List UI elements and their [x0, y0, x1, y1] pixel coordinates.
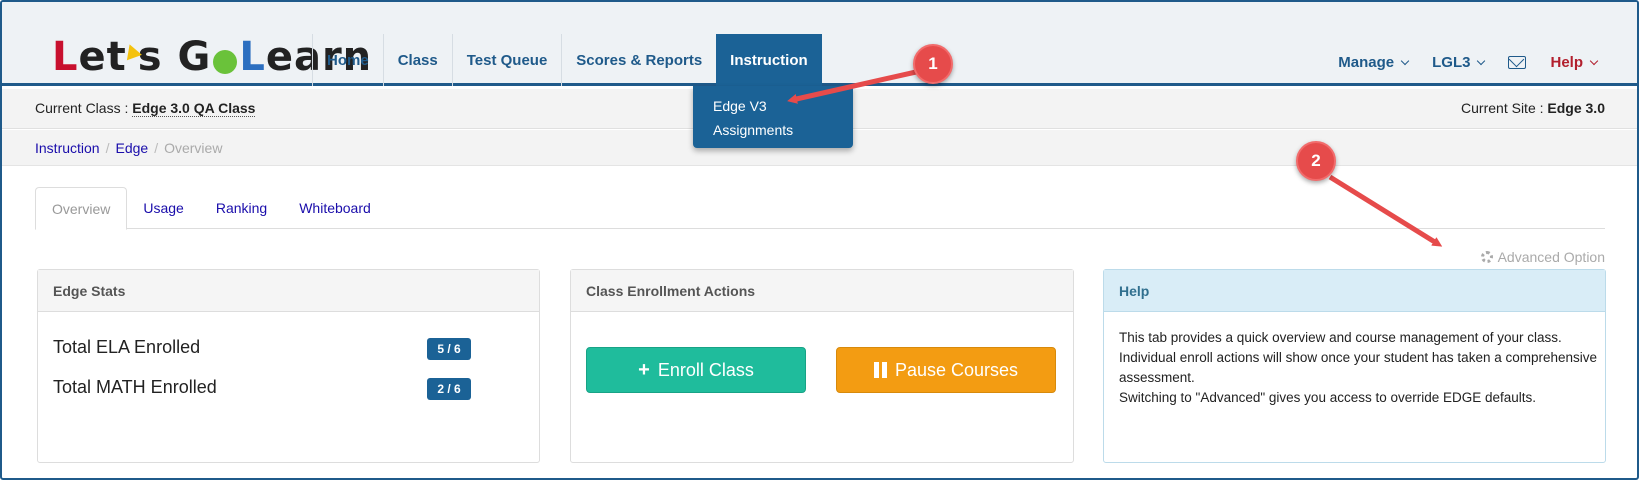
manage-menu[interactable]: Manage [1338, 54, 1410, 71]
breadcrumb-separator: / [105, 140, 110, 156]
help-line: This tab provides a quick overview and c… [1119, 330, 1562, 345]
current-site-value: Edge 3.0 [1547, 100, 1605, 116]
chevron-down-icon [1400, 56, 1410, 65]
nav-instruction[interactable]: Instruction [716, 34, 822, 86]
stat-label-math: Total MATH Enrolled [53, 377, 217, 397]
right-nav: Manage LGL3 Help [1338, 54, 1599, 71]
tab-ranking[interactable]: Ranking [200, 187, 283, 229]
current-class-value[interactable]: Edge 3.0 QA Class [132, 100, 256, 117]
current-site: Current Site : Edge 3.0 [1461, 100, 1605, 116]
app-frame: Let s G Learn Home Class Test Queue Scores… [0, 0, 1639, 480]
advanced-option-link[interactable]: Advanced Option [1480, 249, 1605, 265]
panel-title: Edge Stats [38, 270, 539, 312]
nav-home[interactable]: Home [312, 34, 383, 86]
enroll-class-button[interactable]: + Enroll Class [586, 347, 806, 393]
account-label: LGL3 [1432, 54, 1471, 71]
stat-badge-ela: 5 / 6 [427, 338, 471, 360]
tab-bar: Overview Usage Ranking Whiteboard [35, 187, 1605, 230]
gear-icon [1480, 251, 1493, 263]
account-menu[interactable]: LGL3 [1432, 54, 1486, 71]
help-panel: Help This tab provides a quick overview … [1103, 269, 1606, 463]
instruction-dropdown: Edge V3 Assignments [693, 86, 853, 148]
advanced-option-label: Advanced Option [1497, 249, 1605, 265]
chevron-down-icon [1589, 56, 1599, 65]
current-class: Current Class : Edge 3.0 QA Class [35, 100, 256, 117]
tab-overview[interactable]: Overview [35, 187, 128, 230]
breadcrumb-instruction[interactable]: Instruction [35, 140, 100, 156]
enroll-class-label: Enroll Class [657, 359, 754, 380]
pause-icon [873, 362, 887, 378]
help-label: Help [1550, 54, 1583, 71]
stat-label-ela: Total ELA Enrolled [53, 337, 201, 357]
panel-title: Help [1104, 270, 1605, 312]
help-line: Switching to "Advanced" gives you access… [1119, 390, 1537, 405]
main-nav: Home Class Test Queue Scores & Reports I… [312, 34, 822, 86]
chevron-down-icon [1477, 56, 1486, 65]
menu-item-assignments[interactable]: Assignments [713, 118, 833, 142]
nav-class[interactable]: Class [382, 34, 452, 86]
enrollment-actions-panel: Class Enrollment Actions + Enroll Class … [570, 269, 1074, 463]
help-line: Individual enroll actions will show once… [1119, 350, 1598, 385]
breadcrumb-current: Overview [164, 140, 223, 156]
manage-label: Manage [1338, 54, 1395, 71]
annotation-callout-2: 2 [1296, 141, 1336, 181]
messages-button[interactable] [1508, 56, 1527, 69]
nav-scores-reports[interactable]: Scores & Reports [561, 34, 716, 86]
panel-title: Class Enrollment Actions [571, 270, 1073, 312]
envelope-icon [1508, 56, 1527, 69]
breadcrumb-edge[interactable]: Edge [115, 140, 148, 156]
tab-whiteboard[interactable]: Whiteboard [283, 187, 387, 229]
stat-badge-math: 2 / 6 [427, 378, 471, 400]
menu-item-edge-v3[interactable]: Edge V3 [713, 94, 833, 118]
edge-stats-panel: Edge Stats Total ELA Enrolled 5 / 6 Tota… [37, 269, 540, 463]
annotation-callout-1: 1 [913, 44, 953, 84]
top-navbar: Let s G Learn Home Class Test Queue Scores… [2, 2, 1637, 86]
breadcrumb: Instruction / Edge / Overview [35, 140, 222, 156]
pause-courses-button[interactable]: Pause Courses [836, 347, 1056, 393]
tab-usage[interactable]: Usage [127, 187, 199, 229]
nav-test-queue[interactable]: Test Queue [451, 34, 562, 86]
pause-courses-label: Pause Courses [894, 359, 1019, 380]
help-text: This tab provides a quick overview and c… [1119, 328, 1599, 408]
breadcrumb-separator: / [154, 140, 159, 156]
help-menu[interactable]: Help [1550, 54, 1599, 71]
plus-icon: + [638, 358, 650, 381]
